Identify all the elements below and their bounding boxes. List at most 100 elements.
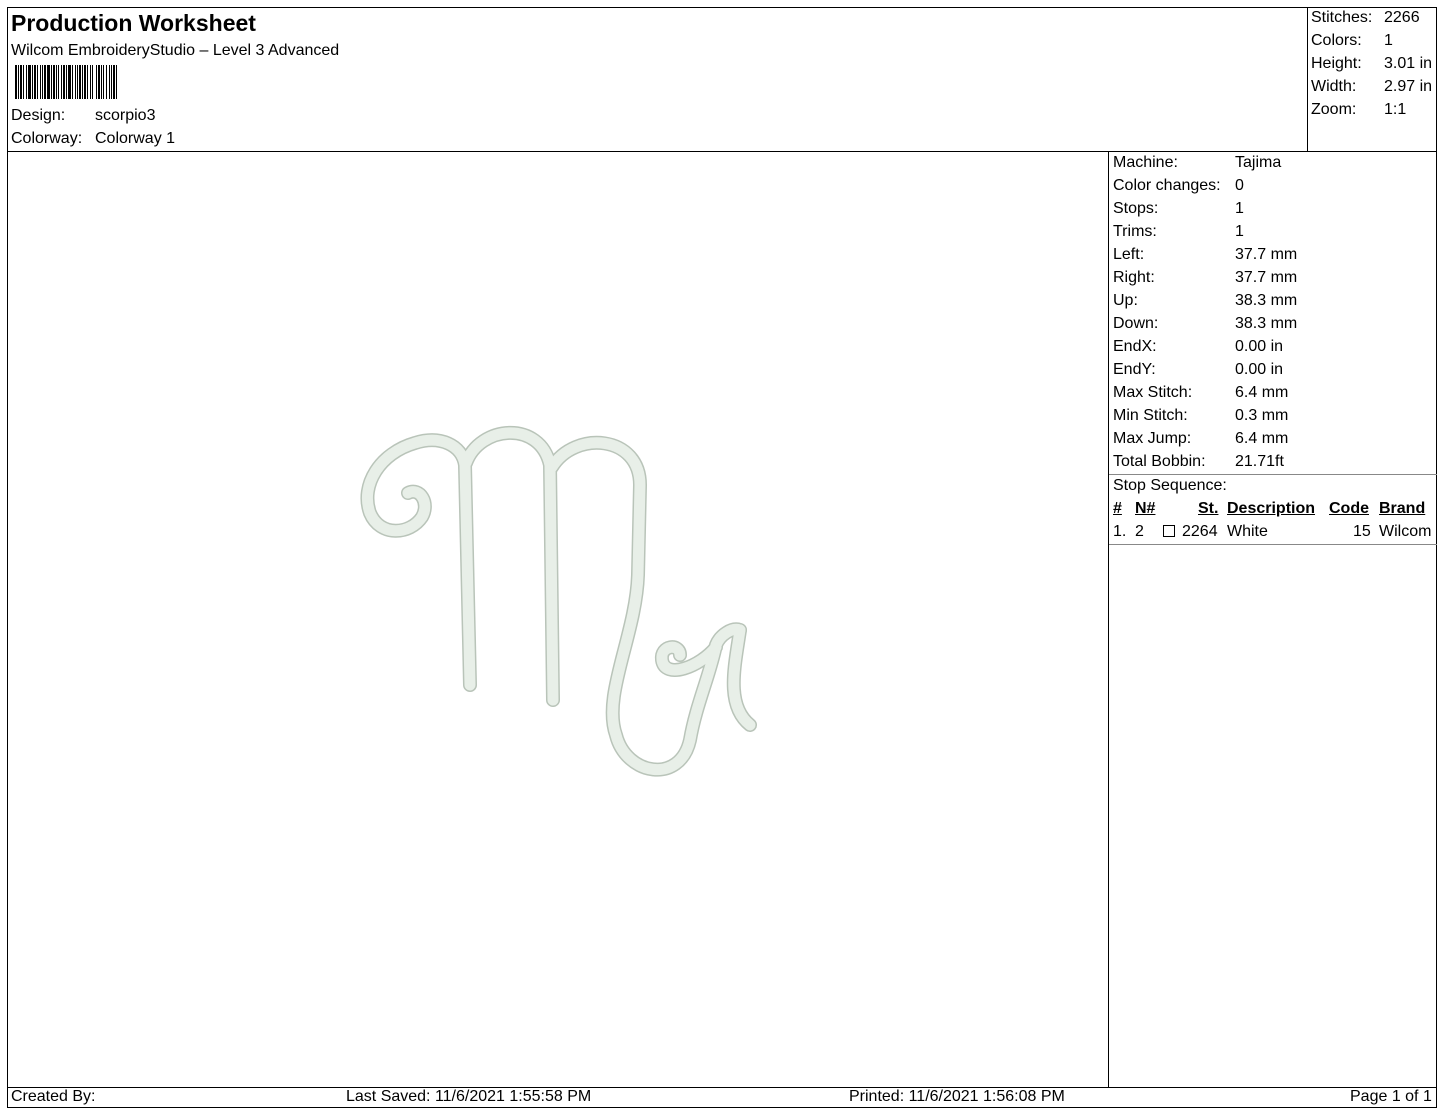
col-header-needle: N# (1135, 500, 1156, 517)
barcode-bar (37, 65, 38, 99)
detail-label: Left: (1113, 246, 1145, 263)
footer-last-saved: Last Saved: 11/6/2021 1:55:58 PM (346, 1088, 592, 1105)
barcode-bar (98, 65, 100, 99)
barcode-bar (87, 65, 88, 99)
detail-value: 37.7 mm (1235, 269, 1298, 286)
colorway-value: Colorway 1 (95, 130, 176, 147)
stop-row-stitches: 2264 (1182, 523, 1218, 540)
detail-label: Total Bobbin: (1113, 453, 1206, 470)
stop-row-code: 15 (1353, 523, 1371, 540)
design-first-arch (460, 427, 559, 706)
barcode-bar (79, 65, 81, 99)
detail-up: Up: 38.3 mm (1113, 292, 1297, 310)
stop-sequence-label: Stop Sequence: (1113, 477, 1227, 494)
barcode-bar (20, 65, 22, 99)
barcode-bar (28, 65, 31, 99)
barcode-bar (15, 65, 17, 99)
design-stroke-edge (545, 435, 747, 777)
detail-machine: Machine: Tajima (1113, 154, 1281, 172)
barcode-bar (84, 65, 86, 99)
summary-box: Stitches: 2266 Colors: 1 Height: 3.01 in Wi… (1307, 7, 1437, 152)
detail-label: Max Stitch: (1113, 384, 1193, 401)
design-left-curl (361, 434, 476, 691)
detail-label: Min Stitch: (1113, 407, 1188, 424)
footer-divider (7, 1087, 1437, 1088)
barcode-bar (75, 65, 76, 99)
col-header-stitches: St. (1198, 500, 1219, 517)
detail-value: 21.71ft (1235, 453, 1284, 470)
detail-trims: Trims: 1 (1113, 223, 1244, 241)
color-swatch (1163, 525, 1175, 537)
barcode-bar (51, 65, 52, 99)
barcode-bar (111, 65, 112, 99)
detail-color-changes: Color changes: 0 (1113, 177, 1244, 195)
summary-zoom: Zoom: 1:1 (1311, 101, 1406, 119)
detail-value: 0 (1235, 177, 1244, 194)
detail-label: Stops: (1113, 200, 1159, 217)
barcode-bar (58, 65, 59, 99)
barcode-bar (26, 65, 27, 99)
design-label: Design: (11, 107, 66, 124)
detail-value: 38.3 mm (1235, 315, 1298, 332)
barcode-bar (103, 65, 104, 99)
summary-label: Stitches: (1311, 9, 1373, 26)
summary-value: 3.01 in (1384, 55, 1433, 72)
stop-sequence-divider (1109, 544, 1437, 545)
detail-total-bobbin: Total Bobbin: 21.71ft (1113, 453, 1284, 471)
detail-value: 6.4 mm (1235, 384, 1289, 401)
detail-value: 0.3 mm (1235, 407, 1289, 424)
stop-row-description: White (1227, 523, 1268, 540)
detail-value: 38.3 mm (1235, 292, 1298, 309)
detail-value: 6.4 mm (1235, 430, 1289, 447)
barcode-bar (44, 65, 46, 99)
machine-details-panel: Machine: Tajima Color changes: 0 Stops: 1 T… (1108, 152, 1437, 1087)
barcode-bar (109, 65, 110, 99)
summary-value: 1 (1384, 32, 1393, 49)
summary-colors: Colors: 1 (1311, 32, 1393, 50)
detail-value: 0.00 in (1235, 338, 1284, 355)
summary-width: Width: 2.97 in (1311, 78, 1432, 96)
design-stroke-edge (459, 425, 560, 707)
summary-value: 1:1 (1384, 101, 1407, 118)
barcode-bar (72, 65, 73, 99)
worksheet-title: Production Worksheet (11, 10, 256, 36)
summary-label: Zoom: (1311, 101, 1357, 118)
design-stroke-edge (360, 433, 477, 692)
barcode (15, 65, 117, 99)
barcode-bar (53, 65, 55, 99)
footer-page-number: Page 1 of 1 (1350, 1088, 1432, 1105)
detail-endy: EndY: 0.00 in (1113, 361, 1283, 379)
barcode-bar (47, 65, 50, 99)
stop-row-needle: 2 (1135, 523, 1144, 540)
barcode-bar (56, 65, 57, 99)
barcode-bar (77, 65, 78, 99)
col-header-brand: Brand (1379, 500, 1426, 517)
software-name: Wilcom EmbroideryStudio – Level 3 Advanc… (11, 42, 340, 59)
summary-label: Colors: (1311, 32, 1362, 49)
colorway-row: Colorway: Colorway 1 (11, 130, 175, 148)
detail-stops: Stops: 1 (1113, 200, 1244, 218)
barcode-bar (34, 65, 36, 99)
worksheet-header: Production Worksheet Wilcom EmbroiderySt… (7, 7, 1307, 152)
barcode-bar (40, 65, 41, 99)
detail-label: Machine: (1113, 154, 1178, 171)
barcode-bar (23, 65, 24, 99)
barcode-bar (42, 65, 43, 99)
detail-endx: EndX: 0.00 in (1113, 338, 1283, 356)
detail-value: 1 (1235, 200, 1244, 217)
stop-row-brand: Wilcom (1379, 523, 1432, 540)
summary-stitches: Stitches: 2266 (1311, 9, 1420, 27)
barcode-bar (61, 65, 62, 99)
col-header-description: Description (1227, 500, 1316, 517)
barcode-bar (32, 65, 33, 99)
detail-label: Down: (1113, 315, 1159, 332)
detail-label: Up: (1113, 292, 1138, 309)
summary-height: Height: 3.01 in (1311, 55, 1432, 73)
detail-label: Color changes: (1113, 177, 1221, 194)
summary-label: Height: (1311, 55, 1362, 72)
detail-label: Right: (1113, 269, 1155, 286)
detail-value: Tajima (1235, 154, 1282, 171)
barcode-bar (63, 65, 65, 99)
summary-value: 2.97 in (1384, 78, 1433, 95)
colorway-label: Colorway: (11, 130, 83, 147)
